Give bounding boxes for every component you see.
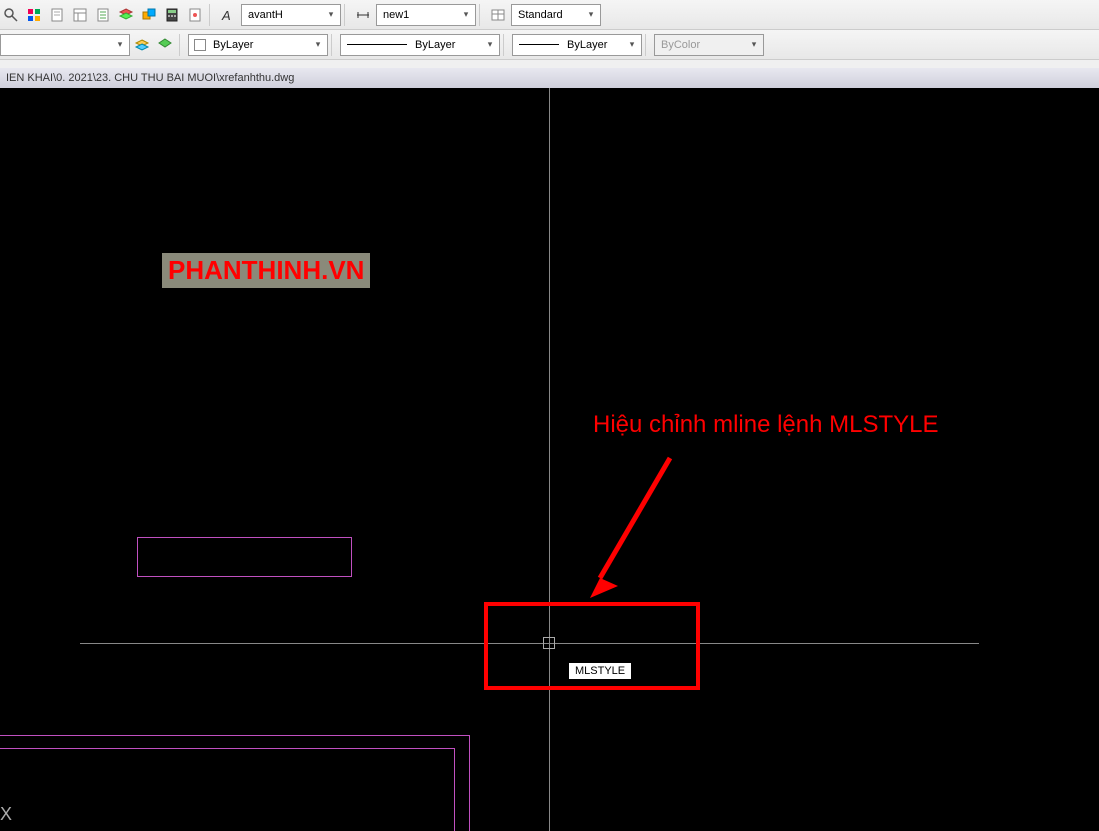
- command-input[interactable]: MLSTYLE: [568, 662, 632, 680]
- dimstyle-value: new1: [379, 9, 459, 21]
- lineweight-value: ByLayer: [563, 39, 625, 51]
- chevron-down-icon: ▾: [459, 6, 473, 24]
- chevron-down-icon: ▾: [483, 36, 497, 54]
- tablestyle-icon: [488, 5, 508, 25]
- textstyle-value: avantH: [244, 9, 324, 21]
- list-icon[interactable]: [92, 4, 114, 26]
- layers-icon[interactable]: [115, 4, 137, 26]
- spacer: [0, 60, 1099, 68]
- separator: [209, 4, 215, 26]
- line-sample: [347, 44, 407, 45]
- plotstyle-value: ByColor: [657, 39, 747, 51]
- linetype-combo[interactable]: ByLayer▾: [340, 34, 500, 56]
- lineweight-combo[interactable]: ByLayer▾: [512, 34, 642, 56]
- color-swatch: [194, 39, 206, 51]
- crosshair-vertical: [549, 88, 550, 831]
- command-text: MLSTYLE: [575, 665, 625, 677]
- drawing-rect-1: [137, 537, 352, 577]
- tablestyle-combo[interactable]: Standard▾: [511, 4, 601, 26]
- toolbar-row-1: A avantH▾ new1▾ Standard▾: [0, 0, 1099, 30]
- palette-icon[interactable]: [23, 4, 45, 26]
- annotation-arrow: [580, 448, 700, 608]
- chevron-down-icon: ▾: [113, 36, 127, 54]
- chevron-down-icon: ▾: [625, 36, 639, 54]
- tablestyle-value: Standard: [514, 9, 584, 21]
- textstyle-icon: A: [218, 5, 238, 25]
- filepath-bar: IEN KHAI\0. 2021\23. CHU THU BAI MUOI\xr…: [0, 68, 1099, 88]
- drawing-rect-3: [0, 748, 455, 831]
- block-icon[interactable]: [138, 4, 160, 26]
- color-value: ByLayer: [209, 39, 311, 51]
- separator: [503, 34, 509, 56]
- settings-icon[interactable]: [184, 4, 206, 26]
- color-combo[interactable]: ByLayer▾: [188, 34, 328, 56]
- separator: [331, 34, 337, 56]
- properties-icon[interactable]: [69, 4, 91, 26]
- toolbar-row-2: ▾ ByLayer▾ ByLayer▾ ByLayer▾ ByColor▾: [0, 30, 1099, 60]
- layer-state-icon[interactable]: [154, 34, 176, 56]
- ucs-icon: X: [0, 804, 12, 825]
- drawing-canvas[interactable]: PHANTHINH.VN Hiệu chỉnh mline lệnh MLSTY…: [0, 88, 1099, 831]
- dimstyle-icon: [353, 5, 373, 25]
- layer-combo[interactable]: ▾: [0, 34, 130, 56]
- chevron-down-icon: ▾: [324, 6, 338, 24]
- sheet-icon[interactable]: [46, 4, 68, 26]
- plotstyle-combo[interactable]: ByColor▾: [654, 34, 764, 56]
- filepath-text: IEN KHAI\0. 2021\23. CHU THU BAI MUOI\xr…: [6, 72, 294, 84]
- svg-text:A: A: [221, 8, 231, 23]
- separator: [645, 34, 651, 56]
- textstyle-combo[interactable]: avantH▾: [241, 4, 341, 26]
- chevron-down-icon: ▾: [747, 36, 761, 54]
- zoom-icon[interactable]: [0, 4, 22, 26]
- line-sample: [519, 44, 559, 45]
- dimstyle-combo[interactable]: new1▾: [376, 4, 476, 26]
- linetype-value: ByLayer: [411, 39, 483, 51]
- annotation-text: Hiệu chỉnh mline lệnh MLSTYLE: [593, 411, 939, 439]
- separator: [479, 4, 485, 26]
- chevron-down-icon: ▾: [311, 36, 325, 54]
- watermark-text: PHANTHINH.VN: [162, 253, 370, 288]
- separator: [179, 34, 185, 56]
- chevron-down-icon: ▾: [584, 6, 598, 24]
- calculator-icon[interactable]: [161, 4, 183, 26]
- separator: [344, 4, 350, 26]
- layer-manager-icon[interactable]: [131, 34, 153, 56]
